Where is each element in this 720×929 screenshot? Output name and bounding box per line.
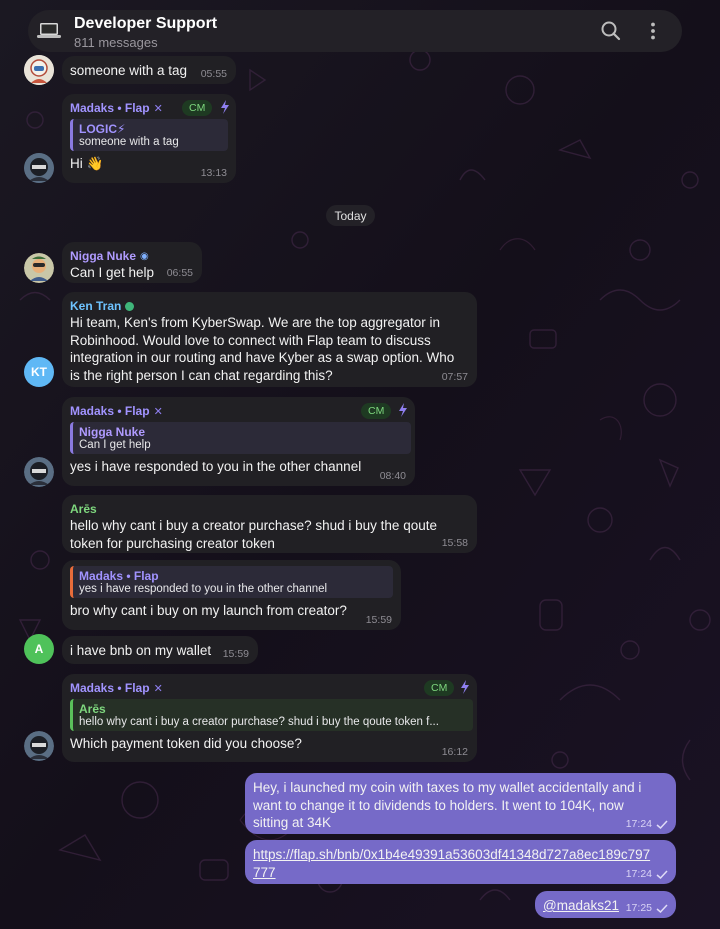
reply-text: yes i have responded to you in the other… — [79, 583, 328, 595]
sender-label: Ken Tran — [70, 299, 122, 313]
avatar-madaks[interactable] — [24, 153, 54, 183]
message-line: sitting at 34K — [253, 815, 332, 830]
message-time: 16:12 — [441, 746, 468, 758]
reply-sender: LOGIC⚡ — [79, 122, 126, 136]
message-text: yes i have responded to you in the other… — [70, 459, 362, 474]
member-count: 811 messages — [74, 35, 158, 50]
sender-name[interactable]: Arēs — [70, 501, 469, 517]
reply-quote[interactable]: LOGIC⚡ someone with a tag — [70, 119, 228, 151]
message-bubble[interactable]: Madaks • Flap ✕ CM LOGIC⚡ someone with a… — [62, 94, 236, 183]
message-bubble[interactable]: Arēs hello why cant i buy a creator purc… — [62, 495, 477, 553]
avatar-nigga-nuke[interactable] — [24, 253, 54, 283]
chat-header[interactable]: Developer Support 811 messages — [28, 10, 682, 52]
message-bubble[interactable]: someone with a tag 05:55 — [62, 56, 236, 84]
chat-title: Developer Support — [74, 15, 218, 32]
message-line: Robinhood. Would love to connect with Fl… — [70, 332, 431, 348]
reply-quote[interactable]: Nigga Nuke Can I get help — [70, 422, 411, 454]
message-line: is the right person I can chat regarding… — [70, 367, 333, 383]
sender-label: Arēs — [70, 502, 97, 516]
sender-name[interactable]: Madaks • Flap ✕ — [70, 680, 469, 696]
ninja-avatar-icon — [24, 731, 54, 761]
reply-sender: Nigga Nuke — [79, 425, 146, 439]
message-line: token for purchasing creator token — [70, 535, 275, 551]
reply-text: hello why cant i buy a creator purchase?… — [79, 716, 439, 728]
laptop-icon — [37, 23, 61, 38]
status-emoji-icon: ◉ — [140, 250, 149, 262]
sender-label: Madaks • Flap — [70, 681, 150, 695]
message-time: 13:13 — [200, 167, 227, 179]
message-text: bro why cant i buy on my launch from cre… — [70, 603, 347, 618]
message-time: 05:55 — [200, 68, 227, 80]
bolt-icon — [221, 100, 229, 114]
message-line: integration in our routing and have Kybe… — [70, 350, 455, 365]
message-time: 08:40 — [379, 470, 406, 482]
message-bubble[interactable]: Madaks • Flap ✕ CM Nigga Nuke Can I get … — [62, 397, 415, 486]
sender-name[interactable]: Madaks • Flap ✕ — [70, 403, 407, 419]
message-time: 15:59 — [222, 648, 249, 660]
status-emoji-icon — [125, 301, 135, 311]
avatar-madaks[interactable] — [24, 457, 54, 487]
reply-sender: Arēs — [79, 702, 106, 716]
outgoing-message-bubble[interactable]: @madaks21 17:25 — [535, 891, 676, 918]
astronaut-avatar-icon — [24, 55, 54, 85]
date-separator: Today — [326, 205, 375, 226]
message-line: Hey, i launched my coin with taxes to my… — [253, 780, 642, 795]
role-tag: CM — [424, 680, 455, 696]
message-time: 07:57 — [441, 371, 468, 383]
message-bubble[interactable]: i have bnb on my wallet 15:59 — [62, 636, 258, 664]
avatar-ares[interactable]: A — [24, 634, 54, 664]
role-tag: CM — [361, 403, 392, 419]
message-line: hello why cant i buy a creator purchase?… — [70, 518, 437, 533]
read-check-icon — [656, 904, 668, 913]
message-time: 17:24 — [625, 818, 652, 830]
outgoing-message-bubble[interactable]: https://flap.sh/bnb/0x1b4e49391a53603df4… — [245, 840, 676, 884]
bolt-icon — [461, 680, 469, 694]
search-icon[interactable] — [598, 18, 624, 44]
message-time: 17:24 — [625, 868, 652, 880]
message-bubble[interactable]: Madaks • Flap yes i have responded to yo… — [62, 560, 401, 630]
avatar-madaks[interactable] — [24, 731, 54, 761]
ninja-avatar-icon — [24, 153, 54, 183]
avatar-sticker-user[interactable] — [24, 55, 54, 85]
character-avatar-icon — [24, 253, 54, 283]
message-bubble[interactable]: Nigga Nuke ◉ Can I get help 06:55 — [62, 242, 202, 283]
message-link[interactable]: 777 — [253, 864, 668, 882]
verified-x-icon: ✕ — [153, 682, 163, 695]
message-line: Hi team, Ken's from KyberSwap. We are th… — [70, 315, 441, 330]
avatar-ken-tran[interactable]: KT — [24, 357, 54, 387]
reply-quote[interactable]: Madaks • Flap yes i have responded to yo… — [70, 566, 393, 598]
sender-label: Nigga Nuke — [70, 249, 137, 263]
ninja-avatar-icon — [24, 457, 54, 487]
reply-text: someone with a tag — [79, 136, 179, 148]
verified-x-icon: ✕ — [153, 102, 163, 115]
sender-name[interactable]: Nigga Nuke ◉ — [70, 248, 194, 264]
message-time: 15:59 — [365, 614, 392, 626]
message-link[interactable]: https://flap.sh/bnb/0x1b4e49391a53603df4… — [253, 846, 668, 864]
role-tag: CM — [182, 100, 213, 116]
message-time: 06:55 — [166, 267, 193, 279]
bolt-icon — [399, 403, 407, 417]
message-bubble[interactable]: Madaks • Flap ✕ CM Arēs hello why cant i… — [62, 674, 477, 762]
message-bubble[interactable]: Ken Tran Hi team, Ken's from KyberSwap. … — [62, 292, 477, 387]
message-line: want to change it to dividends to holder… — [253, 797, 624, 813]
read-check-icon — [656, 870, 668, 879]
outgoing-message-bubble[interactable]: Hey, i launched my coin with taxes to my… — [245, 773, 676, 834]
message-time: 15:58 — [441, 537, 468, 549]
reply-text: Can I get help — [79, 439, 151, 451]
reply-quote[interactable]: Arēs hello why cant i buy a creator purc… — [70, 699, 473, 731]
message-time: 17:25 — [625, 902, 652, 914]
sender-label: Madaks • Flap — [70, 101, 150, 115]
verified-x-icon: ✕ — [153, 405, 163, 418]
read-check-icon — [656, 820, 668, 829]
more-options-icon[interactable] — [640, 18, 666, 44]
message-text: Which payment token did you choose? — [70, 736, 302, 751]
sender-label: Madaks • Flap — [70, 404, 150, 418]
reply-sender: Madaks • Flap — [79, 569, 159, 583]
sender-name[interactable]: Ken Tran — [70, 298, 469, 314]
